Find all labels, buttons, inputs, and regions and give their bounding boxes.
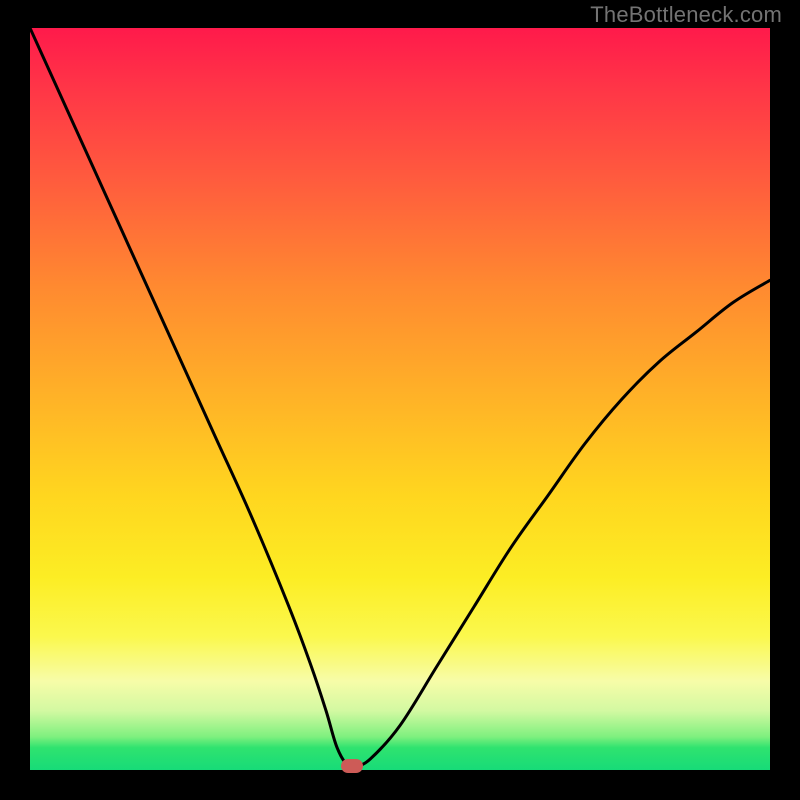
plot-area xyxy=(30,28,770,770)
curve-svg xyxy=(30,28,770,770)
bottleneck-curve xyxy=(30,28,770,768)
optimal-point-marker xyxy=(341,759,363,773)
chart-frame: TheBottleneck.com xyxy=(0,0,800,800)
watermark-label: TheBottleneck.com xyxy=(590,2,782,28)
